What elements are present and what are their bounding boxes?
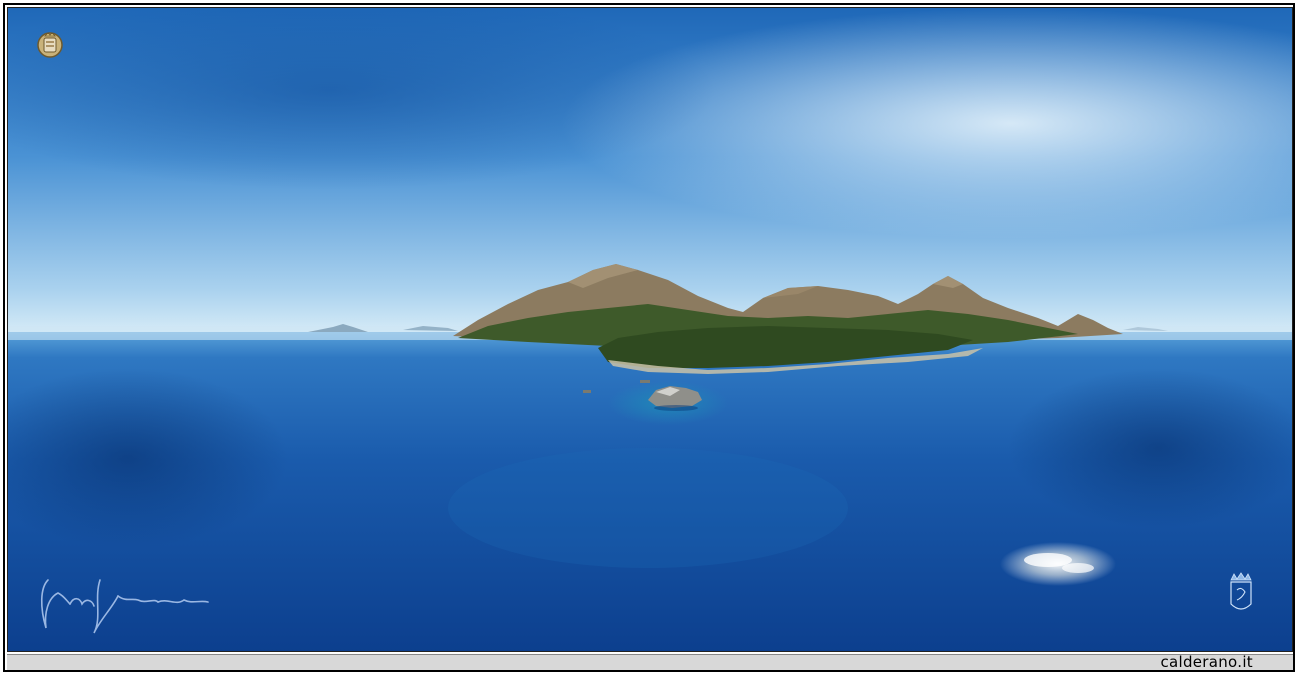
coat-of-arms-icon bbox=[37, 32, 63, 58]
footer-bar: calderano.it bbox=[7, 653, 1293, 671]
sun-glare bbox=[1000, 542, 1116, 586]
panorama-photo bbox=[7, 7, 1293, 652]
site-label: calderano.it bbox=[1160, 653, 1253, 671]
panorama-scene bbox=[8, 8, 1292, 651]
